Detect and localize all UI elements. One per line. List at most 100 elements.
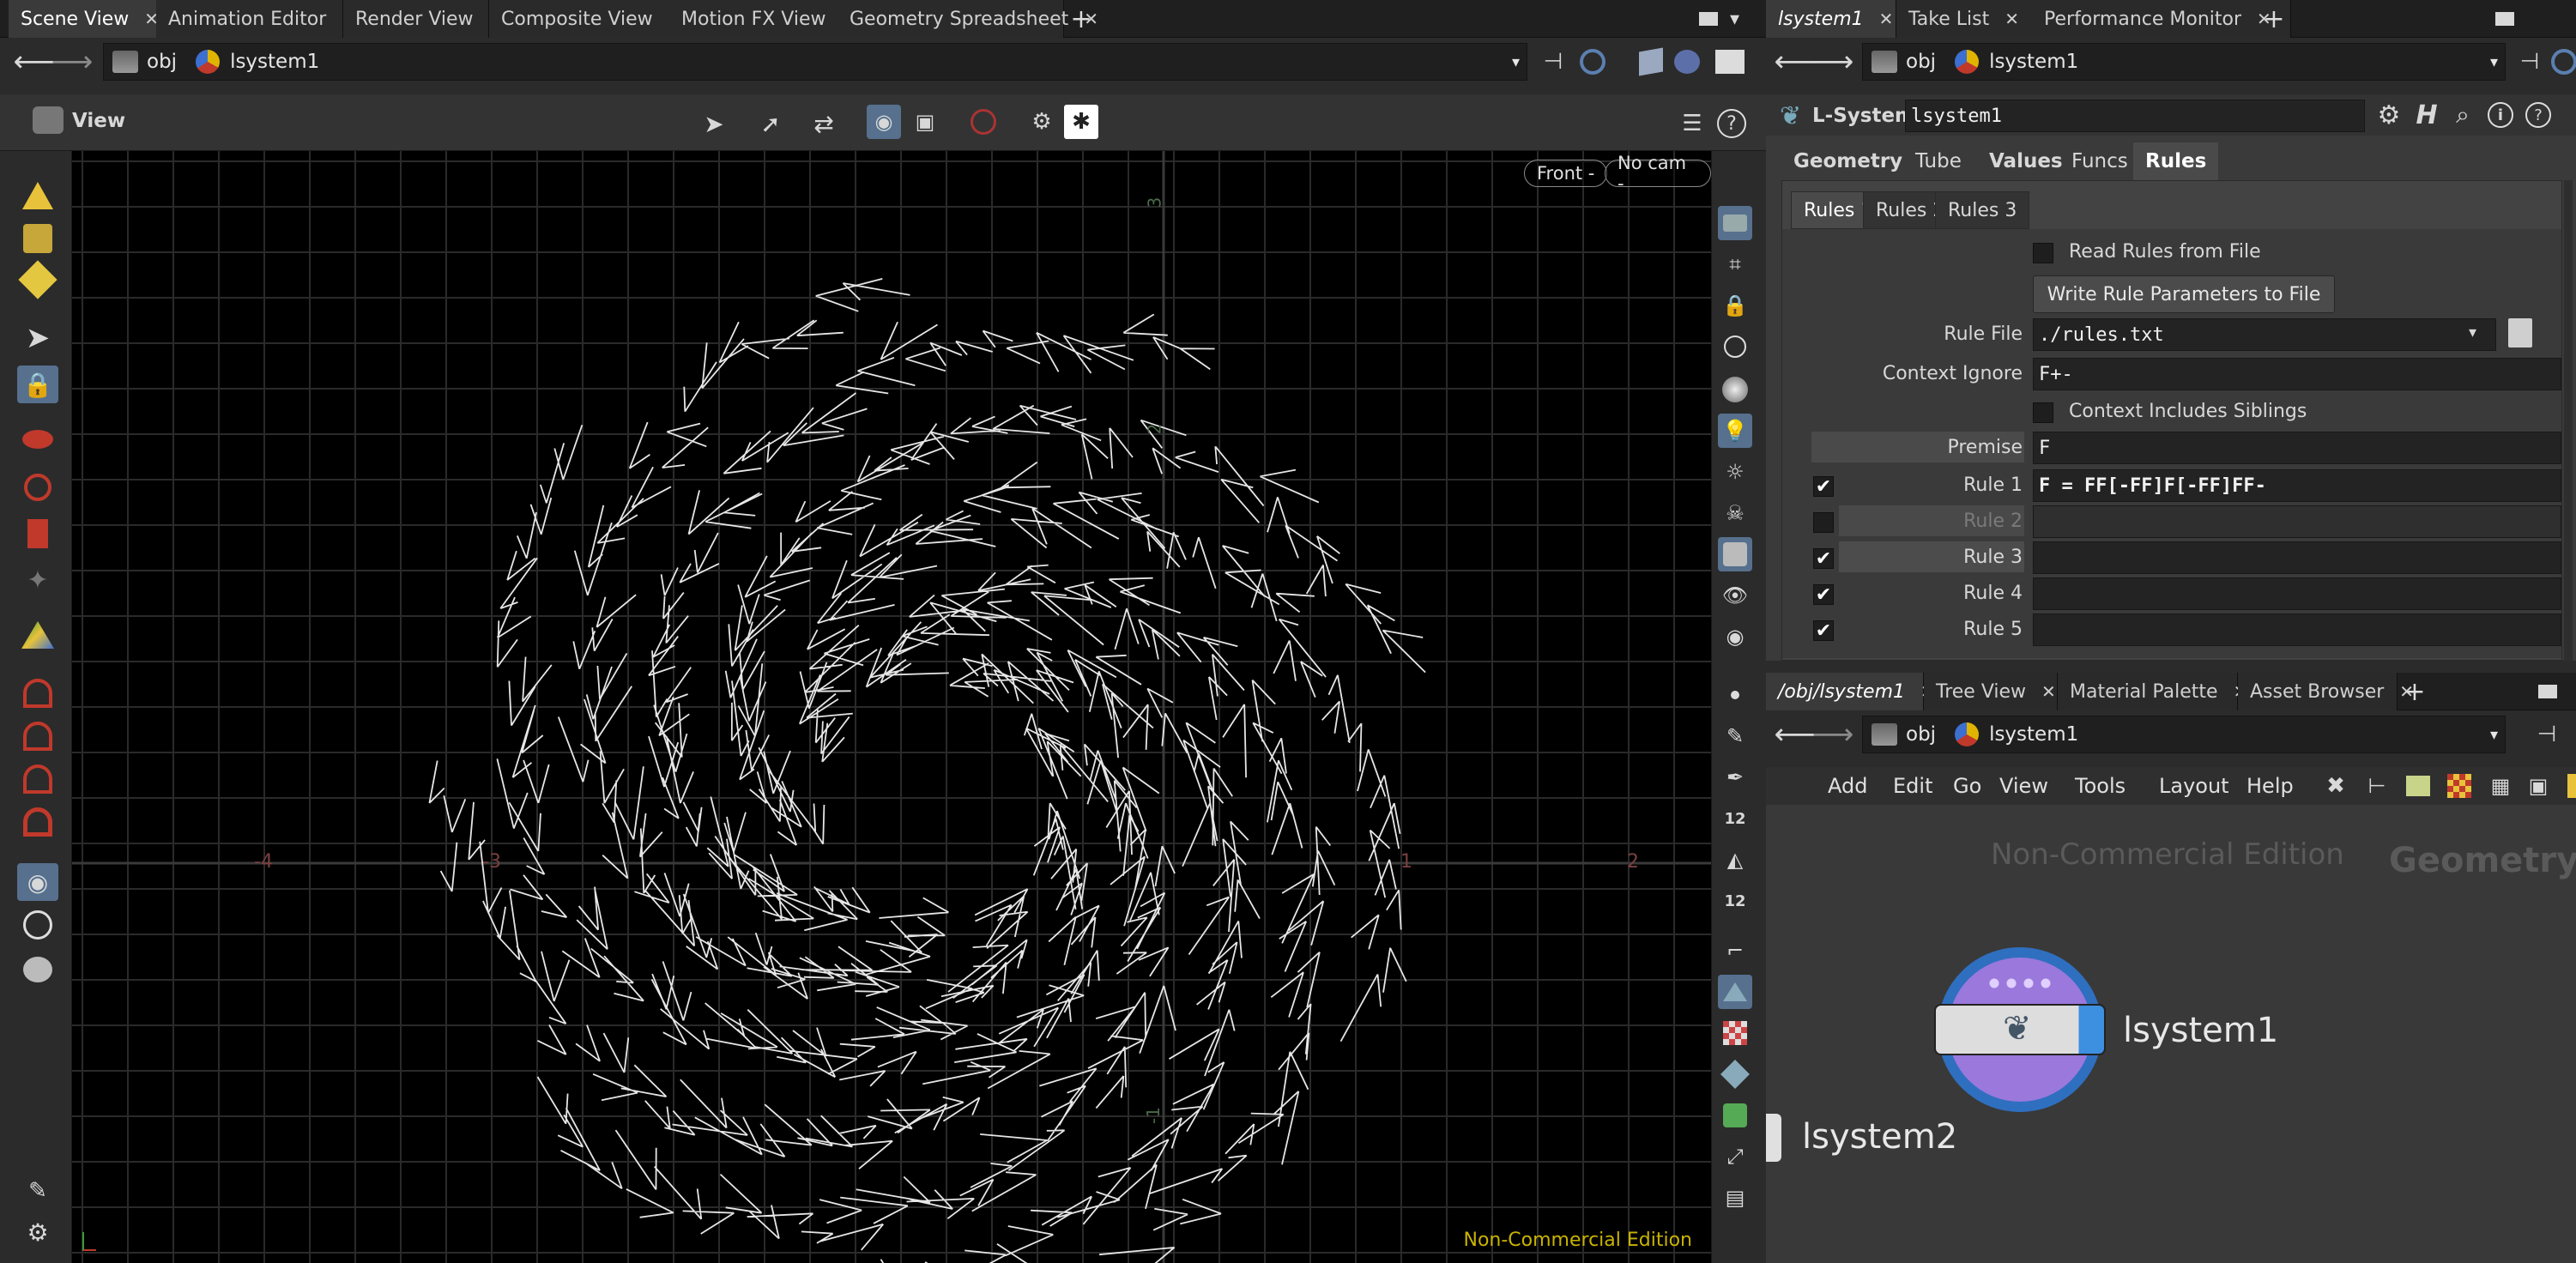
- cube-icon[interactable]: [1634, 45, 1668, 79]
- points-icon[interactable]: [17, 220, 58, 257]
- path-node[interactable]: lsystem1: [1989, 723, 2078, 746]
- lock-icon[interactable]: 🔒: [17, 366, 58, 403]
- display-icon[interactable]: [1713, 45, 1747, 79]
- tab-motion-fx-view[interactable]: Motion FX View✕: [669, 0, 856, 38]
- tab-animation-editor[interactable]: Animation Editor✕: [156, 0, 356, 38]
- pane-menu-icon[interactable]: [2495, 12, 2514, 26]
- rule-file-field[interactable]: ./rules.txt: [2033, 318, 2496, 351]
- grid-icon[interactable]: [2442, 769, 2476, 803]
- notes-icon[interactable]: ✎: [17, 1172, 58, 1210]
- primitive-icon[interactable]: [17, 260, 58, 299]
- snowflake-icon[interactable]: ✱: [1064, 105, 1098, 139]
- tab-performance-monitor[interactable]: Performance Monitor ✕: [2032, 0, 2291, 38]
- path-field[interactable]: obj lsystem1 ▾: [1862, 716, 2506, 753]
- help-icon[interactable]: ?: [1714, 106, 1749, 141]
- pin-icon[interactable]: ⊣: [2530, 717, 2564, 752]
- tab-network-path[interactable]: /obj/lsystem1✕: [1766, 673, 1935, 710]
- list-icon[interactable]: [2401, 769, 2435, 803]
- node-name-field[interactable]: lsystem1: [1905, 100, 2365, 132]
- menu-add[interactable]: Add: [1828, 767, 1867, 805]
- view-menu[interactable]: Front -: [1524, 160, 1608, 187]
- rotate-icon[interactable]: [17, 468, 58, 506]
- file-browse-icon[interactable]: [2508, 318, 2532, 347]
- uv-icon[interactable]: [1718, 975, 1752, 1009]
- tab-composite-view[interactable]: Composite View✕: [489, 0, 682, 38]
- path-root[interactable]: obj: [1906, 723, 1936, 746]
- render-region-icon[interactable]: [17, 951, 58, 988]
- record-icon[interactable]: [966, 105, 1001, 139]
- menu-edit[interactable]: Edit: [1893, 767, 1932, 805]
- snap-magnet-icon[interactable]: [17, 803, 58, 841]
- chevron-down-icon[interactable]: ▾: [2469, 323, 2476, 341]
- context-siblings-checkbox[interactable]: [2033, 402, 2053, 423]
- rule-2-field[interactable]: [2033, 505, 2561, 538]
- camera-menu[interactable]: No cam -: [1605, 153, 1711, 194]
- camera-tool-icon[interactable]: ◉: [17, 863, 58, 901]
- green-icon[interactable]: [1718, 1098, 1752, 1133]
- gear-icon[interactable]: ⚙: [2372, 98, 2406, 132]
- lock-view-icon[interactable]: 🔒: [1718, 288, 1752, 323]
- pose-icon[interactable]: ✦: [17, 561, 58, 599]
- search-icon[interactable]: ⌕: [2446, 98, 2480, 132]
- ghost-icon[interactable]: [1718, 206, 1752, 240]
- path-root[interactable]: obj: [147, 51, 177, 73]
- view-icon[interactable]: [33, 106, 63, 134]
- tab-tube[interactable]: Tube: [1903, 142, 1974, 180]
- add-tab-button[interactable]: +: [1064, 0, 1098, 38]
- move-icon[interactable]: [17, 420, 58, 458]
- tab-geometry[interactable]: Geometry: [1781, 142, 1914, 180]
- snap-point-icon[interactable]: [17, 760, 58, 798]
- prim-numbers-icon[interactable]: 12: [1718, 884, 1752, 918]
- handle-icon[interactable]: [17, 616, 58, 654]
- path-field[interactable]: obj lsystem1 ▾: [103, 43, 1527, 81]
- menu-layout[interactable]: Layout: [2159, 767, 2229, 805]
- select-icon[interactable]: ➤: [697, 106, 731, 141]
- info-icon[interactable]: i: [2483, 98, 2518, 132]
- prim-icon[interactable]: ◭: [1718, 843, 1752, 877]
- lsystem2-node[interactable]: [1766, 1114, 1781, 1162]
- viewport-canvas[interactable]: [72, 151, 1711, 1263]
- render-icon[interactable]: ⚙: [1025, 105, 1059, 139]
- chevron-down-icon[interactable]: ▾: [2490, 726, 2498, 744]
- scroll-icon[interactable]: ▤: [1718, 1181, 1752, 1215]
- tab-funcs[interactable]: Funcs: [2059, 142, 2140, 180]
- bulb-icon[interactable]: 💡: [1718, 414, 1752, 448]
- menu-tools[interactable]: Tools: [2075, 767, 2126, 805]
- rule-5-field[interactable]: [2033, 613, 2561, 646]
- camera-icon[interactable]: ◉: [867, 105, 901, 139]
- wire-icon[interactable]: ⌗: [1718, 247, 1752, 281]
- path-root[interactable]: obj: [1906, 51, 1936, 73]
- close-icon[interactable]: ✕: [2005, 9, 2019, 29]
- lsystem1-node-label[interactable]: lsystem1: [2123, 1011, 2278, 1050]
- light-icon[interactable]: [1670, 45, 1704, 79]
- lsystem2-node-label[interactable]: lsystem2: [1802, 1117, 1957, 1157]
- point-numbers-icon[interactable]: 12: [1718, 801, 1752, 836]
- pane-menu-icon[interactable]: [2538, 685, 2557, 698]
- menu-help[interactable]: Help: [2246, 767, 2294, 805]
- brush-icon[interactable]: ✎: [1718, 719, 1752, 753]
- note-icon[interactable]: [2557, 769, 2576, 803]
- tab-material-palette[interactable]: Material Palette✕: [2058, 673, 2247, 710]
- target-icon[interactable]: [2547, 45, 2576, 79]
- display-options-icon[interactable]: ☰: [1675, 106, 1709, 141]
- pin-icon[interactable]: ⊣: [1536, 45, 1570, 79]
- scale-icon[interactable]: [17, 515, 58, 553]
- write-rules-button[interactable]: Write Rule Parameters to File: [2033, 275, 2335, 313]
- menu-view[interactable]: View: [1999, 767, 2048, 805]
- snap-grid-icon[interactable]: [17, 674, 58, 712]
- scene-viewport[interactable]: -4 -3 1 2 3 2 -1 Front - No cam - Non-Co…: [72, 151, 1711, 1263]
- close-icon[interactable]: ✕: [2041, 681, 2056, 702]
- transform-icon[interactable]: ⇄: [807, 106, 841, 141]
- snapshot-icon[interactable]: ▣: [908, 105, 942, 139]
- path-field[interactable]: obj lsystem1 ▾: [1862, 43, 2506, 81]
- add-tab-button[interactable]: +: [2257, 0, 2291, 38]
- target-icon[interactable]: [1575, 45, 1610, 79]
- point-icon[interactable]: [1718, 678, 1752, 712]
- scrollbar[interactable]: [2564, 180, 2573, 661]
- layout-icon[interactable]: ▦: [2483, 769, 2518, 803]
- rule-4-field[interactable]: [2033, 577, 2561, 610]
- tree-icon[interactable]: ⊢: [2360, 769, 2394, 803]
- rule-1-field[interactable]: F = FF[-FF]F[-FF]FF-: [2033, 469, 2561, 502]
- forward-arrow-icon[interactable]: ⟶: [51, 45, 94, 79]
- tab-rules[interactable]: Rules: [2133, 142, 2219, 180]
